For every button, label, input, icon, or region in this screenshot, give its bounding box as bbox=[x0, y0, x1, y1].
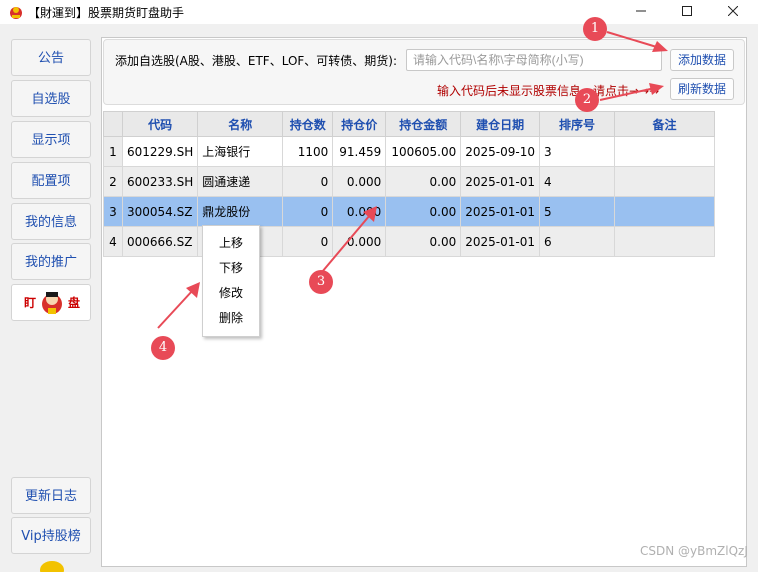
column-header[interactable]: 持仓数 bbox=[282, 111, 334, 137]
app-logo-icon bbox=[10, 7, 22, 19]
sidebar-item-announcement[interactable]: 公告 bbox=[11, 39, 91, 76]
sidebar-item-ding-pan[interactable]: 盯 盘 bbox=[11, 284, 91, 321]
cell-price[interactable]: 91.459 bbox=[332, 136, 387, 167]
column-header[interactable]: 备注 bbox=[614, 111, 716, 137]
row-index: 2 bbox=[103, 166, 123, 197]
row-index: 3 bbox=[103, 196, 123, 227]
add-stock-label: 添加自选股(A股、港股、ETF、LOF、可转债、期货): bbox=[115, 54, 398, 68]
cell-code[interactable]: 300054.SZ bbox=[121, 196, 199, 227]
minimize-icon bbox=[636, 10, 646, 12]
cell-amount[interactable]: 0.00 bbox=[385, 226, 462, 257]
table-row[interactable]: 4 000666.SZ 0 0.000 0.00 2025-01-01 6 bbox=[103, 226, 716, 257]
fortune-god-icon bbox=[42, 292, 62, 314]
cell-note[interactable] bbox=[614, 196, 716, 227]
coin-icon bbox=[40, 561, 64, 572]
column-header[interactable]: 建仓日期 bbox=[460, 111, 541, 137]
cell-name[interactable]: 圆通速递 bbox=[197, 166, 284, 197]
table-header-row: 代码 名称 持仓数 持仓价 持仓金额 建仓日期 排序号 备注 bbox=[103, 111, 716, 137]
window-title: 【財運到】股票期货盯盘助手 bbox=[28, 6, 185, 20]
cell-price[interactable]: 0.000 bbox=[332, 166, 387, 197]
cell-order[interactable]: 6 bbox=[539, 226, 616, 257]
row-index: 1 bbox=[103, 136, 123, 167]
cell-amount[interactable]: 0.00 bbox=[385, 166, 462, 197]
cell-order[interactable]: 4 bbox=[539, 166, 616, 197]
menu-item-edit[interactable]: 修改 bbox=[203, 283, 259, 303]
row-index: 4 bbox=[103, 226, 123, 257]
cell-qty[interactable]: 0 bbox=[282, 166, 334, 197]
column-header[interactable]: 排序号 bbox=[539, 111, 616, 137]
cell-amount[interactable]: 0.00 bbox=[385, 196, 462, 227]
minimize-button[interactable] bbox=[618, 0, 664, 24]
close-icon bbox=[727, 5, 739, 17]
table-row-selected[interactable]: 3 300054.SZ 鼎龙股份 0 0.000 0.00 2025-01-01… bbox=[103, 196, 716, 227]
cell-order[interactable]: 5 bbox=[539, 196, 616, 227]
sidebar-item-watchlist[interactable]: 自选股 bbox=[11, 80, 91, 117]
refresh-data-button[interactable]: 刷新数据 bbox=[670, 78, 734, 100]
close-button[interactable] bbox=[710, 0, 756, 24]
menu-item-delete[interactable]: 删除 bbox=[203, 308, 259, 328]
cell-price[interactable]: 0.000 bbox=[332, 196, 387, 227]
marker-3: 3 bbox=[309, 270, 333, 294]
sidebar-item-config[interactable]: 配置项 bbox=[11, 162, 91, 199]
maximize-icon bbox=[682, 6, 692, 16]
cell-amount[interactable]: 100605.00 bbox=[385, 136, 462, 167]
refresh-hint: 输入代码后未显示股票信息，请点击→→→ bbox=[437, 84, 660, 98]
sidebar-item-display[interactable]: 显示项 bbox=[11, 121, 91, 158]
cell-order[interactable]: 3 bbox=[539, 136, 616, 167]
row-context-menu: 上移 下移 修改 删除 bbox=[202, 225, 260, 337]
column-header[interactable]: 名称 bbox=[197, 111, 284, 137]
cell-note[interactable] bbox=[614, 166, 716, 197]
cell-code[interactable]: 000666.SZ bbox=[121, 226, 199, 257]
cell-date[interactable]: 2025-01-01 bbox=[460, 166, 541, 197]
cell-code[interactable]: 600233.SH bbox=[121, 166, 199, 197]
watermark: CSDN @yBmZlQzJ bbox=[640, 544, 748, 558]
cell-price[interactable]: 0.000 bbox=[332, 226, 387, 257]
watchlist-table: 代码 名称 持仓数 持仓价 持仓金额 建仓日期 排序号 备注 1 601229.… bbox=[103, 111, 716, 257]
stock-search-input[interactable] bbox=[406, 49, 662, 71]
sidebar-item-my-promotion[interactable]: 我的推广 bbox=[11, 243, 91, 280]
cell-name[interactable]: 上海银行 bbox=[197, 136, 284, 167]
sidebar-item-changelog[interactable]: 更新日志 bbox=[11, 477, 91, 514]
ding-label: 盯 bbox=[24, 296, 37, 310]
cell-date[interactable]: 2025-01-01 bbox=[460, 226, 541, 257]
cell-qty[interactable]: 0 bbox=[282, 196, 334, 227]
table-row[interactable]: 2 600233.SH 圆通速递 0 0.000 0.00 2025-01-01… bbox=[103, 166, 716, 197]
table-row[interactable]: 1 601229.SH 上海银行 1100 91.459 100605.00 2… bbox=[103, 136, 716, 167]
add-data-button[interactable]: 添加数据 bbox=[670, 49, 734, 71]
sidebar-item-vip-holdings[interactable]: Vip持股榜 bbox=[11, 517, 91, 554]
cell-note[interactable] bbox=[614, 136, 716, 167]
marker-4: 4 bbox=[151, 336, 175, 360]
menu-item-move-up[interactable]: 上移 bbox=[203, 233, 259, 253]
marker-1: 1 bbox=[583, 17, 607, 41]
menu-item-move-down[interactable]: 下移 bbox=[203, 258, 259, 278]
maximize-button[interactable] bbox=[664, 0, 710, 24]
cell-qty[interactable]: 1100 bbox=[282, 136, 334, 167]
corner-cell bbox=[103, 111, 123, 137]
pan-label: 盘 bbox=[68, 296, 81, 310]
cell-date[interactable]: 2025-01-01 bbox=[460, 196, 541, 227]
cell-name[interactable]: 鼎龙股份 bbox=[197, 196, 284, 227]
column-header[interactable]: 代码 bbox=[121, 111, 199, 137]
marker-2: 2 bbox=[575, 88, 599, 112]
title-bar: 【財運到】股票期货盯盘助手 bbox=[0, 0, 758, 24]
cell-note[interactable] bbox=[614, 226, 716, 257]
column-header[interactable]: 持仓价 bbox=[332, 111, 387, 137]
cell-qty[interactable]: 0 bbox=[282, 226, 334, 257]
cell-code[interactable]: 601229.SH bbox=[121, 136, 199, 167]
cell-date[interactable]: 2025-09-10 bbox=[460, 136, 541, 167]
column-header[interactable]: 持仓金额 bbox=[385, 111, 462, 137]
sidebar-item-my-info[interactable]: 我的信息 bbox=[11, 203, 91, 240]
